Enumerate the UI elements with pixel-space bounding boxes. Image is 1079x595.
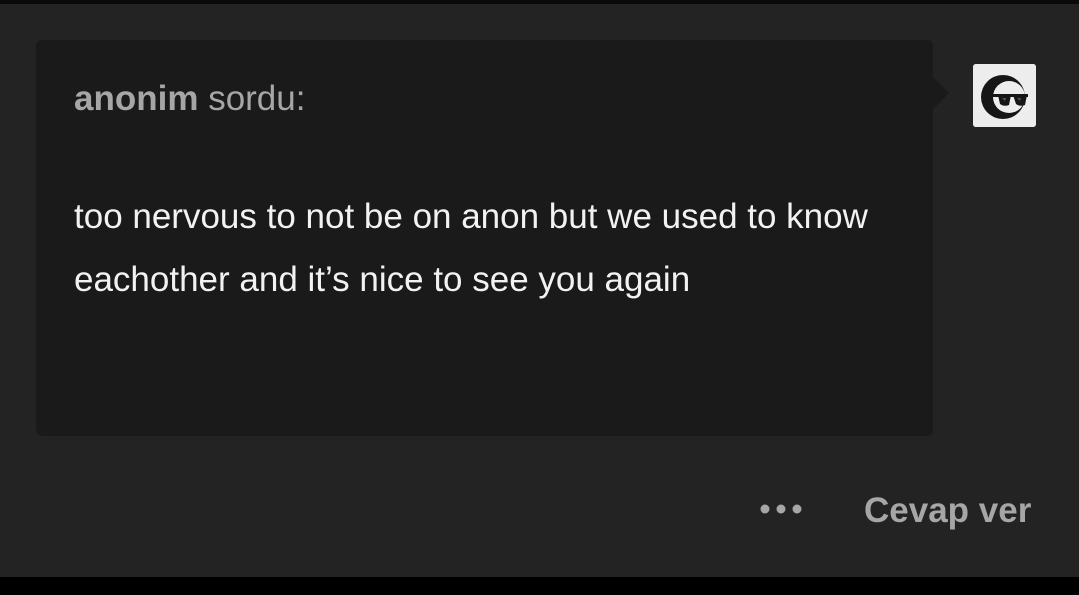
more-options-button[interactable] xyxy=(750,486,812,532)
question-bubble-tail xyxy=(933,77,949,109)
anonymous-sunglasses-icon xyxy=(973,64,1036,127)
question-text: too nervous to not be on anon but we use… xyxy=(74,197,868,299)
more-dots-icon xyxy=(760,504,802,514)
anonymous-avatar[interactable] xyxy=(973,64,1036,127)
asker-name: anonim xyxy=(74,79,199,118)
reply-button[interactable]: Cevap ver xyxy=(850,486,1045,536)
asker-verb: sordu: xyxy=(208,79,306,118)
bottom-edge xyxy=(0,577,1079,595)
asker-line: anonim sordu: xyxy=(74,77,305,121)
